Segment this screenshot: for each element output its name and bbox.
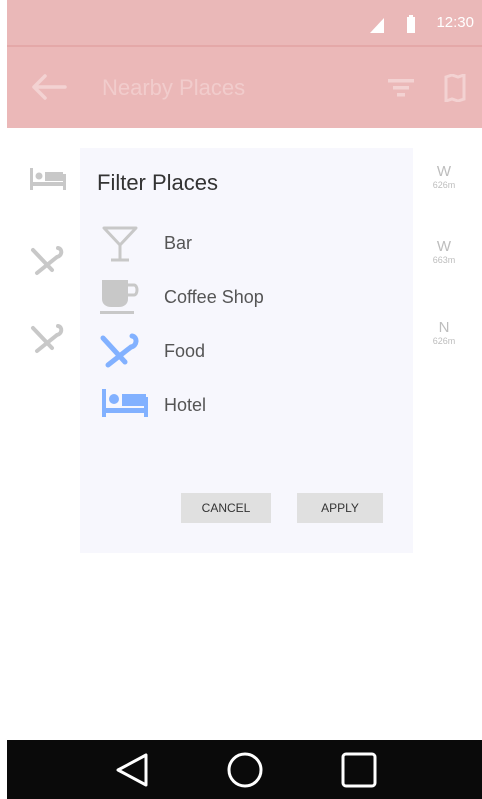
filter-option-label: Food bbox=[164, 341, 206, 361]
distance-label: 626m bbox=[432, 180, 456, 190]
filter-option-coffee-shop[interactable]: Coffee Shop bbox=[80, 279, 413, 329]
list-item-distance: N 626m bbox=[424, 319, 464, 346]
filter-icon[interactable] bbox=[388, 77, 414, 99]
system-nav-bar bbox=[7, 740, 482, 799]
distance-label: 663m bbox=[432, 255, 456, 265]
signal-battery-icons bbox=[370, 15, 415, 33]
status-bar: 12:30 bbox=[7, 0, 482, 47]
food-icon bbox=[100, 333, 139, 368]
list-item-distance: W 626m bbox=[424, 163, 464, 190]
back-nav-icon[interactable] bbox=[112, 750, 152, 790]
battery-icon bbox=[407, 17, 415, 33]
direction-label: W bbox=[436, 163, 452, 180]
cocktail-icon bbox=[102, 226, 138, 262]
screen-edge bbox=[0, 0, 7, 799]
recent-apps-icon[interactable] bbox=[339, 750, 379, 790]
app-title: Nearby Places bbox=[102, 75, 246, 100]
direction-label: W bbox=[436, 238, 452, 255]
dialog-title: Filter Places bbox=[97, 170, 219, 195]
signal-icon bbox=[370, 18, 384, 33]
hotel-icon bbox=[102, 389, 148, 417]
filter-option-hotel[interactable]: Hotel bbox=[80, 387, 413, 437]
direction-label: N bbox=[438, 319, 450, 336]
back-arrow-icon[interactable] bbox=[29, 73, 67, 101]
filter-option-label: Coffee Shop bbox=[164, 287, 264, 307]
food-icon[interactable] bbox=[30, 244, 66, 276]
filter-dialog: Filter Places Bar Coffee Shop Food Hotel… bbox=[80, 148, 413, 553]
filter-option-label: Hotel bbox=[164, 395, 207, 415]
app-bar: Nearby Places bbox=[7, 47, 482, 128]
coffee-icon bbox=[100, 280, 139, 314]
filter-option-bar[interactable]: Bar bbox=[80, 225, 413, 275]
home-nav-icon[interactable] bbox=[225, 750, 265, 790]
list-item-distance: W 663m bbox=[424, 238, 464, 265]
map-icon[interactable] bbox=[444, 74, 466, 102]
hotel-icon[interactable] bbox=[30, 168, 66, 190]
cancel-button[interactable]: CANCEL bbox=[181, 493, 271, 523]
food-icon[interactable] bbox=[30, 322, 66, 354]
apply-button[interactable]: APPLY bbox=[297, 493, 383, 523]
filter-option-label: Bar bbox=[164, 233, 193, 253]
filter-option-food[interactable]: Food bbox=[80, 333, 413, 383]
status-time: 12:30 bbox=[436, 14, 474, 31]
distance-label: 626m bbox=[432, 336, 456, 346]
